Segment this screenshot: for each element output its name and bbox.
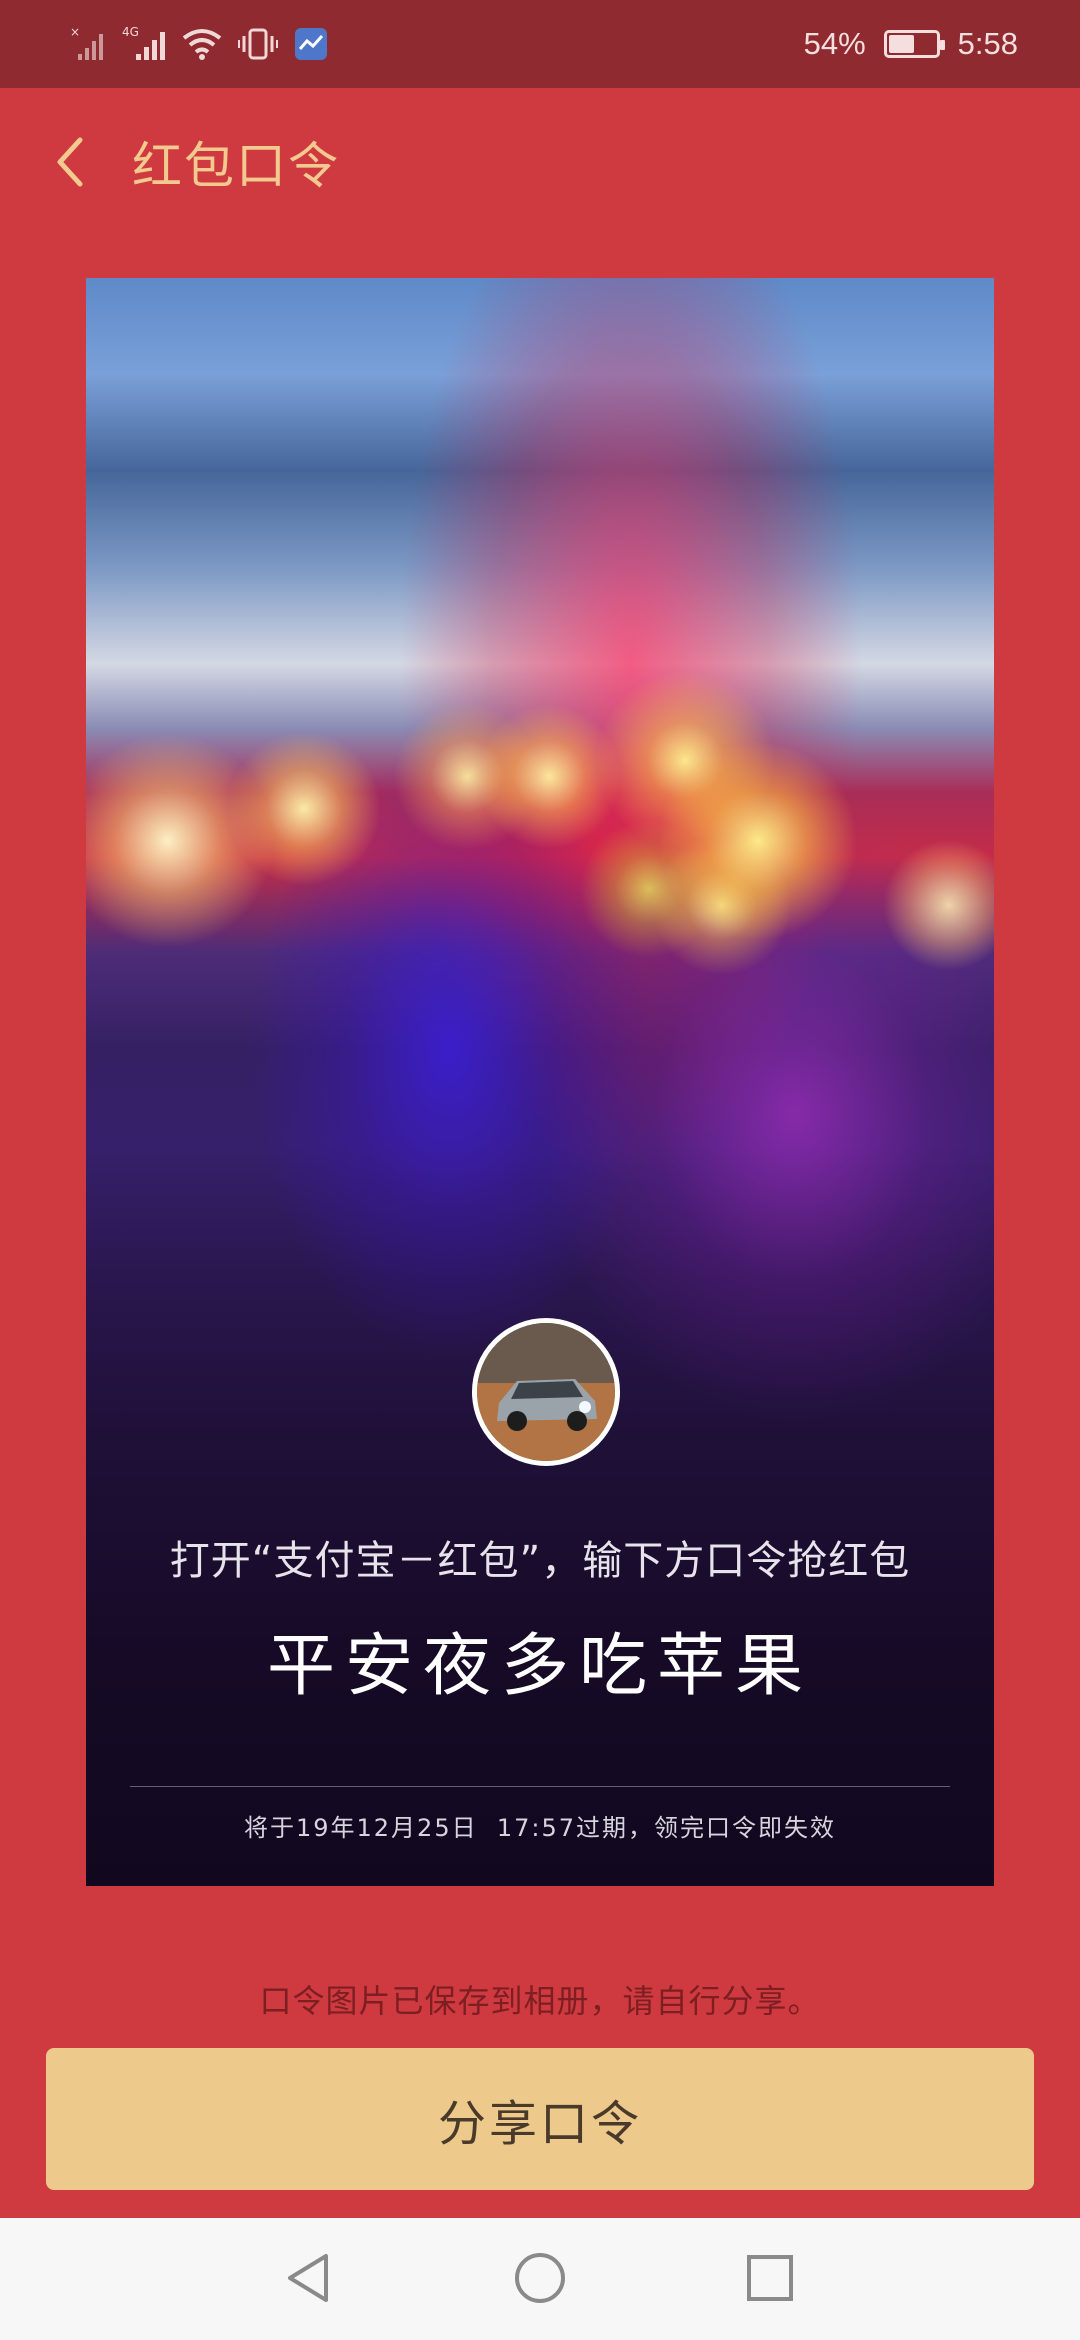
- clock: 5:58: [957, 26, 1018, 61]
- page-title: 红包口令: [132, 137, 340, 195]
- signal-4g-icon: 4G: [122, 25, 165, 60]
- wifi-icon: [182, 29, 222, 60]
- battery-icon: [883, 30, 945, 58]
- poster-instruction: 打开“支付宝－红包”，输下方口令抢红包: [169, 1538, 911, 1584]
- system-nav-bar: [0, 2218, 1080, 2340]
- avatar: [472, 1318, 620, 1466]
- battery-fill: [888, 35, 914, 53]
- expiry-text: 将于19年12月25日 17:57过期，领完口令即失效: [243, 1814, 837, 1842]
- status-right: 54% 5:58: [804, 18, 1018, 70]
- status-bar: × 4G 54% 5:58: [0, 0, 1080, 88]
- notification-app-icon: [295, 28, 327, 60]
- poster-divider: [130, 1786, 950, 1787]
- password-poster-image: 打开“支付宝－红包”，输下方口令抢红包 平安夜多吃苹果 将于19年12月25日 …: [86, 278, 994, 1886]
- svg-text:×: ×: [70, 25, 80, 39]
- chevron-left-icon[interactable]: [36, 126, 108, 198]
- back-triangle-icon[interactable]: [280, 2248, 340, 2308]
- battery-percent: 54%: [803, 26, 866, 61]
- home-circle-icon[interactable]: [510, 2248, 570, 2308]
- status-icons: × 4G: [70, 20, 328, 68]
- red-packet-password: 平安夜多吃苹果: [266, 1627, 813, 1706]
- recents-square-icon[interactable]: [740, 2248, 800, 2308]
- no-signal-icon: ×: [70, 25, 103, 60]
- car-avatar-icon: [477, 1323, 615, 1461]
- vibrate-icon: [238, 28, 278, 60]
- share-password-button[interactable]: 分享口令: [46, 2048, 1034, 2190]
- app-header: 红包口令: [0, 88, 1080, 238]
- saved-to-album-hint: 口令图片已保存到相册，请自行分享。: [259, 1982, 821, 2020]
- svg-text:4G: 4G: [122, 25, 139, 39]
